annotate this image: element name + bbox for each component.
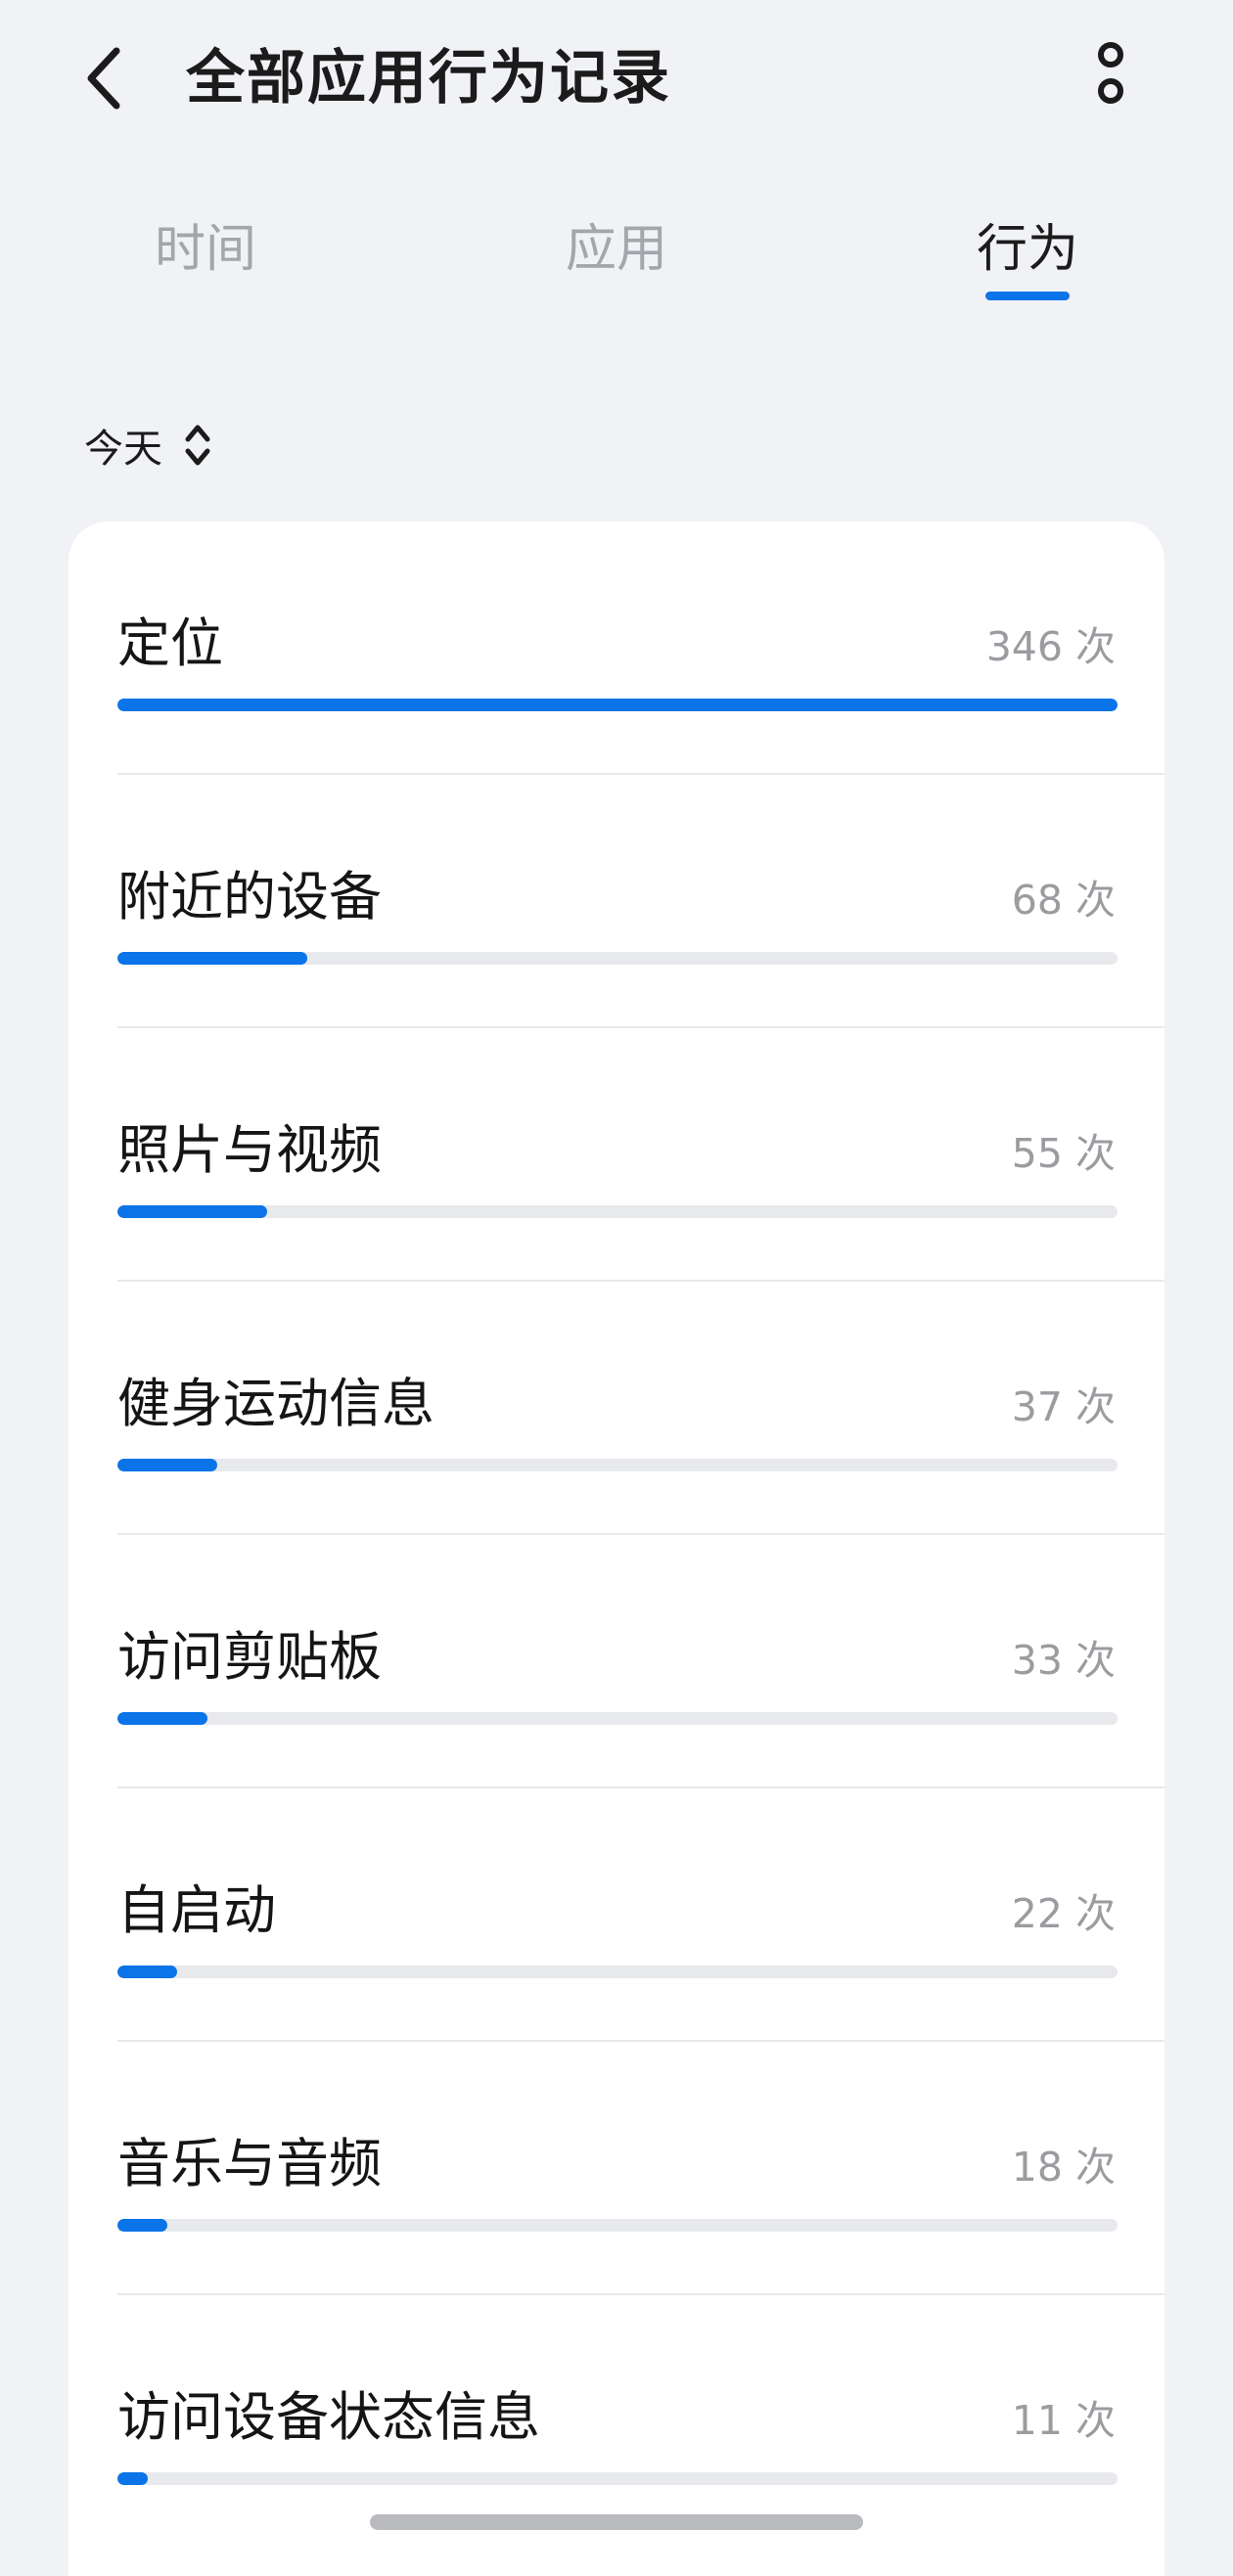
progress-fill [117, 1459, 218, 1471]
behavior-label: 健身运动信息 [117, 1373, 434, 1434]
progress-fill [117, 2472, 148, 2485]
behavior-row[interactable]: 音乐与音频 18 次 [68, 2042, 1164, 2295]
tab-time[interactable]: 时间 [108, 205, 303, 303]
progress-track [117, 1712, 1118, 1725]
behavior-label: 访问设备状态信息 [117, 2386, 540, 2448]
behavior-row[interactable]: 健身运动信息 37 次 [68, 1282, 1164, 1535]
progress-track [117, 1966, 1118, 1978]
date-filter[interactable]: 今天 [84, 411, 211, 479]
behavior-row[interactable]: 访问设备状态信息 11 次 [68, 2295, 1164, 2549]
behavior-list-card: 定位 346 次 附近的设备 68 次 照片与视频 55 次 健身运动信息 37… [68, 521, 1164, 2576]
progress-fill [117, 699, 1118, 711]
home-indicator[interactable] [370, 2514, 863, 2530]
tab-app[interactable]: 应用 [519, 205, 714, 303]
behavior-count: 33 次 [1011, 1637, 1116, 1684]
progress-fill [117, 1712, 207, 1725]
behavior-row[interactable]: 照片与视频 55 次 [68, 1028, 1164, 1282]
chevron-up-down-icon [185, 425, 210, 466]
progress-track [117, 952, 1118, 965]
more-vertical-icon [1098, 42, 1123, 104]
behavior-count: 55 次 [1011, 1130, 1116, 1177]
progress-fill [117, 1966, 178, 1978]
progress-fill [117, 952, 308, 965]
behavior-label: 照片与视频 [117, 1119, 382, 1181]
progress-track [117, 2219, 1118, 2232]
behavior-label: 定位 [117, 612, 223, 674]
behavior-row[interactable]: 访问剪贴板 33 次 [68, 1535, 1164, 1788]
back-button[interactable] [68, 39, 137, 117]
date-filter-label: 今天 [84, 427, 162, 472]
progress-track [117, 699, 1118, 711]
more-button[interactable] [1076, 39, 1145, 117]
page-title: 全部应用行为记录 [186, 44, 671, 113]
tab-bar: 时间 应用 行为 [0, 205, 1233, 313]
tab-behavior[interactable]: 行为 [930, 205, 1125, 303]
top-bar: 全部应用行为记录 [0, 0, 1233, 157]
behavior-count: 18 次 [1011, 2144, 1116, 2191]
behavior-count: 22 次 [1011, 1890, 1116, 1937]
active-tab-indicator [985, 292, 1070, 300]
behavior-label: 自启动 [117, 1879, 276, 1941]
behavior-count: 37 次 [1011, 1383, 1116, 1430]
progress-track [117, 1459, 1118, 1471]
behavior-count: 346 次 [985, 623, 1116, 670]
behavior-label: 音乐与音频 [117, 2133, 382, 2194]
chevron-left-icon [87, 47, 120, 110]
behavior-count: 68 次 [1011, 877, 1116, 924]
behavior-row[interactable]: 定位 346 次 [68, 521, 1164, 775]
behavior-count: 11 次 [1011, 2397, 1116, 2444]
progress-fill [117, 2219, 168, 2232]
behavior-label: 访问剪贴板 [117, 1626, 382, 1688]
progress-fill [117, 1205, 268, 1218]
behavior-row[interactable]: 附近的设备 68 次 [68, 775, 1164, 1028]
progress-track [117, 1205, 1118, 1218]
behavior-label: 附近的设备 [117, 866, 382, 927]
progress-track [117, 2472, 1118, 2485]
behavior-row[interactable]: 自启动 22 次 [68, 1788, 1164, 2042]
